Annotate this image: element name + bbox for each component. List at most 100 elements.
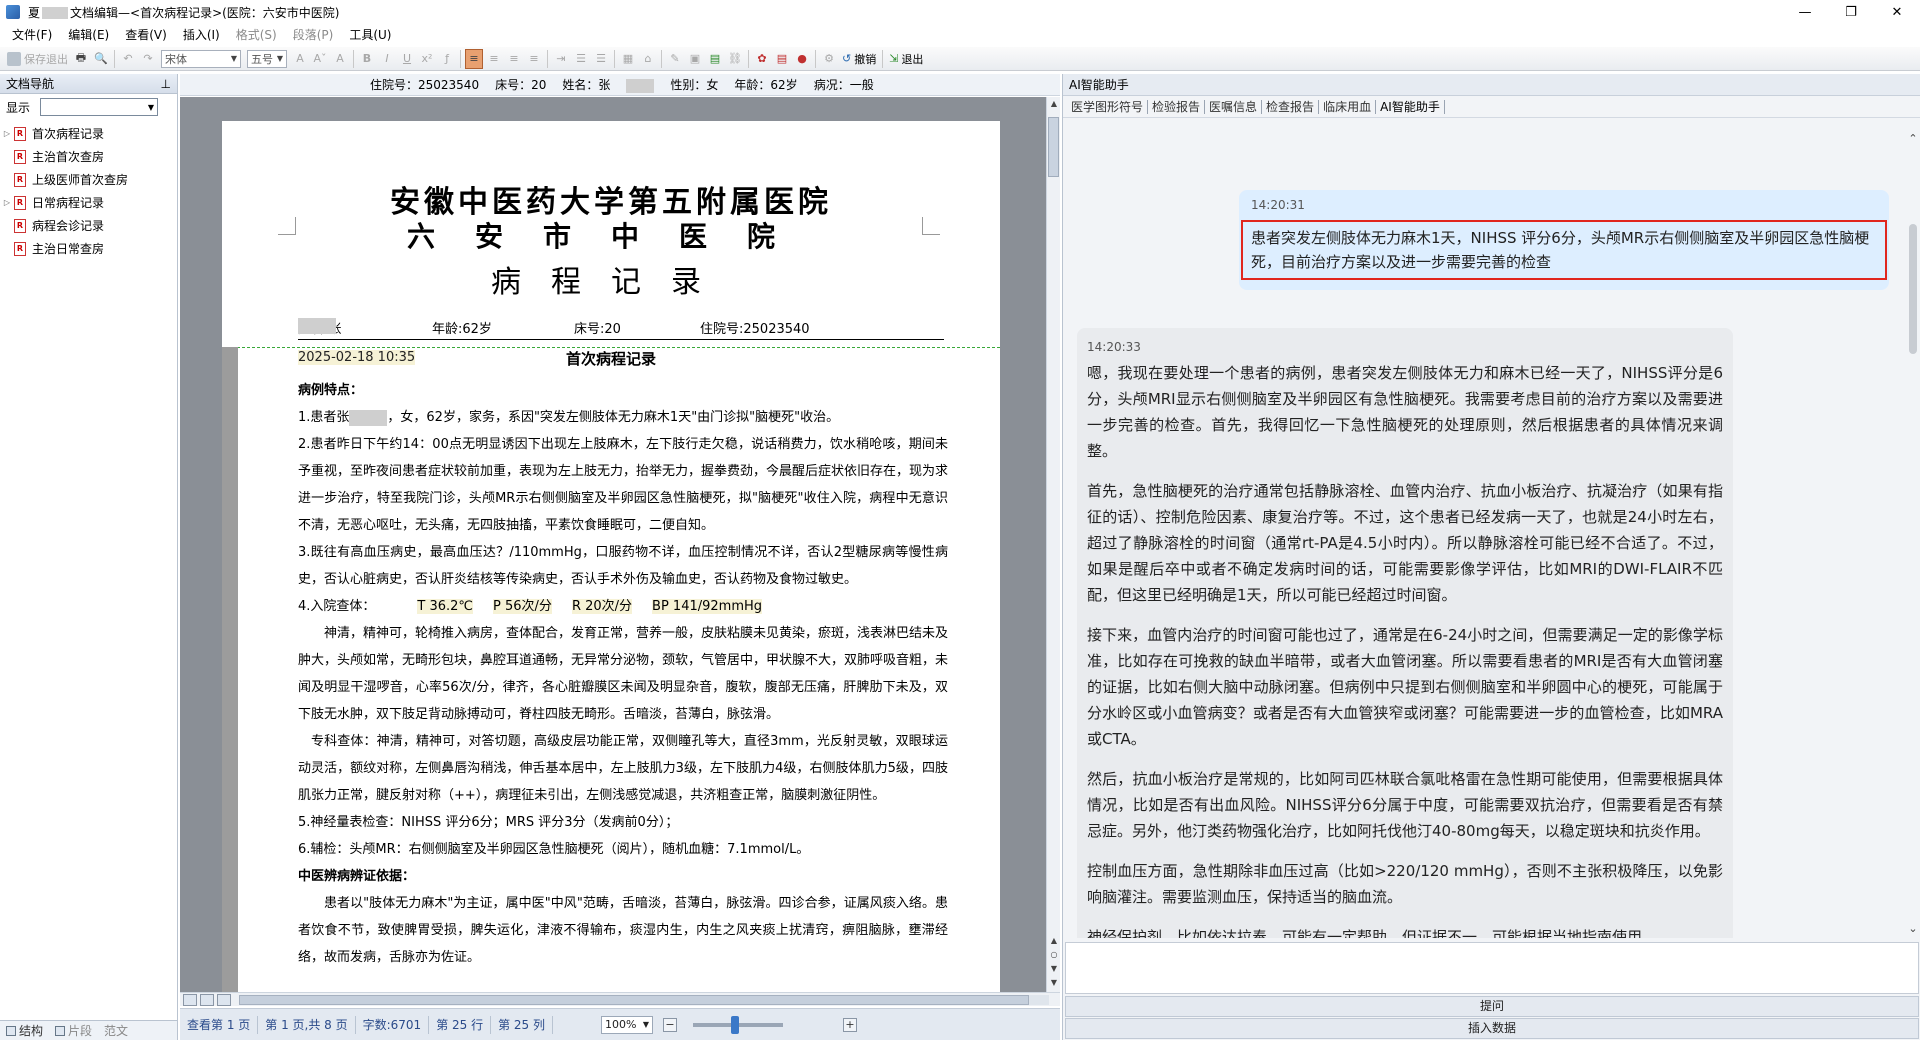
nav-item-attending-daily-rounds[interactable]: ▷R主治日常查房 xyxy=(0,237,177,260)
font-grow-icon[interactable]: A xyxy=(291,49,309,69)
section-title: 首次病程记录 xyxy=(565,350,656,368)
document-viewport[interactable]: 安徽中医药大学第五附属医院 六安市中医院 病程记录 姓名:张 年龄:62岁 床号… xyxy=(180,97,1046,992)
vital-respiration[interactable]: R 20次/分 xyxy=(571,599,633,614)
chevron-up-icon[interactable]: ⌃ xyxy=(1907,132,1919,145)
zoom-value: 100% xyxy=(605,1018,637,1031)
link-icon[interactable]: ⛓ xyxy=(726,49,744,69)
scrollbar-thumb[interactable] xyxy=(1909,224,1917,354)
chevron-down-icon: ▼ xyxy=(147,102,155,112)
zoom-slider[interactable] xyxy=(693,1015,784,1034)
numbered-list-icon[interactable]: ☰ xyxy=(572,49,590,69)
tab-structure[interactable]: 结构 xyxy=(0,1022,49,1039)
scroll-down-icon[interactable]: ▼ xyxy=(1047,976,1061,990)
tab-templates[interactable]: 范文 xyxy=(98,1022,134,1039)
undo-button[interactable]: ↺ 撤销 xyxy=(840,49,878,69)
scrollbar-thumb[interactable] xyxy=(1048,117,1059,177)
nav-item-consultation-record[interactable]: ▷R病程会诊记录 xyxy=(0,214,177,237)
sign-icon[interactable]: ✿ xyxy=(753,49,771,69)
tab-lab-reports[interactable]: 检验报告 xyxy=(1148,99,1206,114)
nav-item-daily-record[interactable]: ▷ R 日常病程记录 xyxy=(0,191,177,214)
font-shrink-icon[interactable]: Aˇ xyxy=(311,49,329,69)
comment-icon[interactable]: ✎ xyxy=(666,49,684,69)
insert-data-button[interactable]: 插入数据 xyxy=(1065,1018,1919,1039)
superscript-icon[interactable]: x² xyxy=(418,49,436,69)
menu-edit[interactable]: 编辑(E) xyxy=(60,24,117,46)
bold-icon[interactable]: B xyxy=(358,49,376,69)
scrollbar-thumb[interactable] xyxy=(239,994,1029,1005)
font-name-combo[interactable]: 宋体 ▼ xyxy=(161,49,241,68)
tab-blood-use[interactable]: 临床用血 xyxy=(1319,99,1377,114)
vital-blood-pressure[interactable]: BP 141/92mmHg xyxy=(652,599,763,614)
record-icon[interactable]: ▤ xyxy=(773,49,791,69)
align-right-icon[interactable]: ≡ xyxy=(505,49,523,69)
stamp-icon[interactable]: ⌂ xyxy=(639,49,657,69)
zoom-slider-handle[interactable] xyxy=(731,1015,740,1034)
menu-view[interactable]: 查看(V) xyxy=(117,24,175,46)
menu-format[interactable]: 格式(S) xyxy=(228,24,285,46)
exit-button[interactable]: ⇲ 退出 xyxy=(887,49,925,69)
scroll-page-up-icon[interactable]: ▲ xyxy=(1047,934,1061,948)
ask-button[interactable]: 提问 xyxy=(1065,996,1919,1017)
save-exit-button[interactable]: 保存退出 xyxy=(5,49,70,69)
zoom-out-button[interactable]: − xyxy=(663,1017,678,1032)
settings-icon[interactable]: ⚙ xyxy=(820,49,838,69)
function-icon[interactable]: ƒ xyxy=(438,49,456,69)
nav-item-first-record[interactable]: ▷ R 首次病程记录 xyxy=(0,122,177,145)
vital-temperature[interactable]: T 36.2℃ xyxy=(417,599,474,614)
minimize-button[interactable]: — xyxy=(1782,0,1828,24)
close-button[interactable]: ✕ xyxy=(1874,0,1920,24)
document-vertical-scrollbar[interactable]: ▲ ▲ ○ ▼ ▼ xyxy=(1046,97,1060,992)
scrollbar-track[interactable] xyxy=(239,994,1049,1005)
nav-item-senior-first-rounds[interactable]: ▷R上级医师首次查房 xyxy=(0,168,177,191)
chat-history[interactable]: 14:20:31 患者突发左侧肢体无力麻木1天，NIHSS 评分6分，头颅MR示… xyxy=(1063,132,1903,938)
show-filter-combo[interactable]: ▼ xyxy=(40,98,159,116)
menu-tools[interactable]: 工具(U) xyxy=(341,24,399,46)
menu-paragraph[interactable]: 段落(P) xyxy=(285,24,342,46)
preview-icon[interactable]: 🔍 xyxy=(92,49,110,69)
chevron-down-icon[interactable]: ⌄ xyxy=(1907,922,1919,935)
menu-insert[interactable]: 插入(I) xyxy=(175,24,228,46)
image-icon[interactable]: ▣ xyxy=(686,49,704,69)
restore-button[interactable]: ❐ xyxy=(1828,0,1874,24)
clear-format-icon[interactable]: A xyxy=(331,49,349,69)
menu-file[interactable]: 文件(F) xyxy=(4,24,60,46)
zoom-combo[interactable]: 100% ▼ xyxy=(601,1015,654,1034)
expand-icon[interactable]: ▷ xyxy=(0,198,14,207)
scroll-select-icon[interactable]: ○ xyxy=(1047,948,1061,962)
tab-orders[interactable]: 医嘱信息 xyxy=(1205,99,1263,114)
scroll-up-icon[interactable]: ▲ xyxy=(1047,97,1061,111)
tab-fragments[interactable]: 片段 xyxy=(49,1022,98,1039)
italic-icon[interactable]: I xyxy=(378,49,396,69)
align-left-icon[interactable]: ≡ xyxy=(465,48,483,69)
document-page[interactable]: 安徽中医药大学第五附属医院 六安市中医院 病程记录 姓名:张 年龄:62岁 床号… xyxy=(222,121,1000,992)
export-icon[interactable]: ▤ xyxy=(706,49,724,69)
table-icon[interactable]: ▦ xyxy=(619,49,637,69)
outline-view-icon[interactable] xyxy=(217,993,231,1006)
nav-item-attending-first-rounds[interactable]: ▷R主治首次查房 xyxy=(0,145,177,168)
indent-icon[interactable]: ⇥ xyxy=(552,49,570,69)
page-view-icon[interactable] xyxy=(200,993,214,1006)
tab-exam-reports[interactable]: 检查报告 xyxy=(1262,99,1320,114)
question-input[interactable] xyxy=(1065,942,1919,994)
bullet-list-icon[interactable]: ☰ xyxy=(592,49,610,69)
align-center-icon[interactable]: ≡ xyxy=(485,49,503,69)
chat-scrollbar[interactable]: ⌃ ⌄ xyxy=(1905,132,1920,938)
justify-icon[interactable]: ≡ xyxy=(525,49,543,69)
expand-icon[interactable]: ▷ xyxy=(0,129,14,138)
review-icon[interactable]: ● xyxy=(793,49,811,69)
tab-ai-assistant[interactable]: AI智能助手 xyxy=(1376,99,1445,114)
normal-view-icon[interactable] xyxy=(183,993,197,1006)
paragraph-6: 6.辅检：头颅MR：右侧侧脑室及半卵园区急性脑梗死（阅片），随机血糖：7.1mm… xyxy=(298,842,810,857)
redo-icon[interactable]: ↷ xyxy=(139,49,157,69)
underline-icon[interactable]: U xyxy=(398,49,416,69)
vital-pulse[interactable]: P 56次/分 xyxy=(493,599,552,614)
zoom-in-button[interactable]: + xyxy=(843,1017,858,1032)
document-body[interactable]: 病例特点： 1.患者张 ，女，62岁，家务，系因"突发左侧肢体无力麻木1天"由门诊… xyxy=(298,377,948,971)
undo-icon[interactable]: ↶ xyxy=(119,49,137,69)
print-icon[interactable]: 🖶 xyxy=(72,49,90,69)
font-size-combo[interactable]: 五号 ▼ xyxy=(247,49,287,68)
pin-icon[interactable]: ⊥ xyxy=(161,77,171,91)
scroll-page-down-icon[interactable]: ▼ xyxy=(1047,962,1061,976)
tab-medical-symbols[interactable]: 医学图形符号 xyxy=(1067,99,1149,114)
document-horizontal-scrollbar[interactable] xyxy=(180,992,1060,1006)
